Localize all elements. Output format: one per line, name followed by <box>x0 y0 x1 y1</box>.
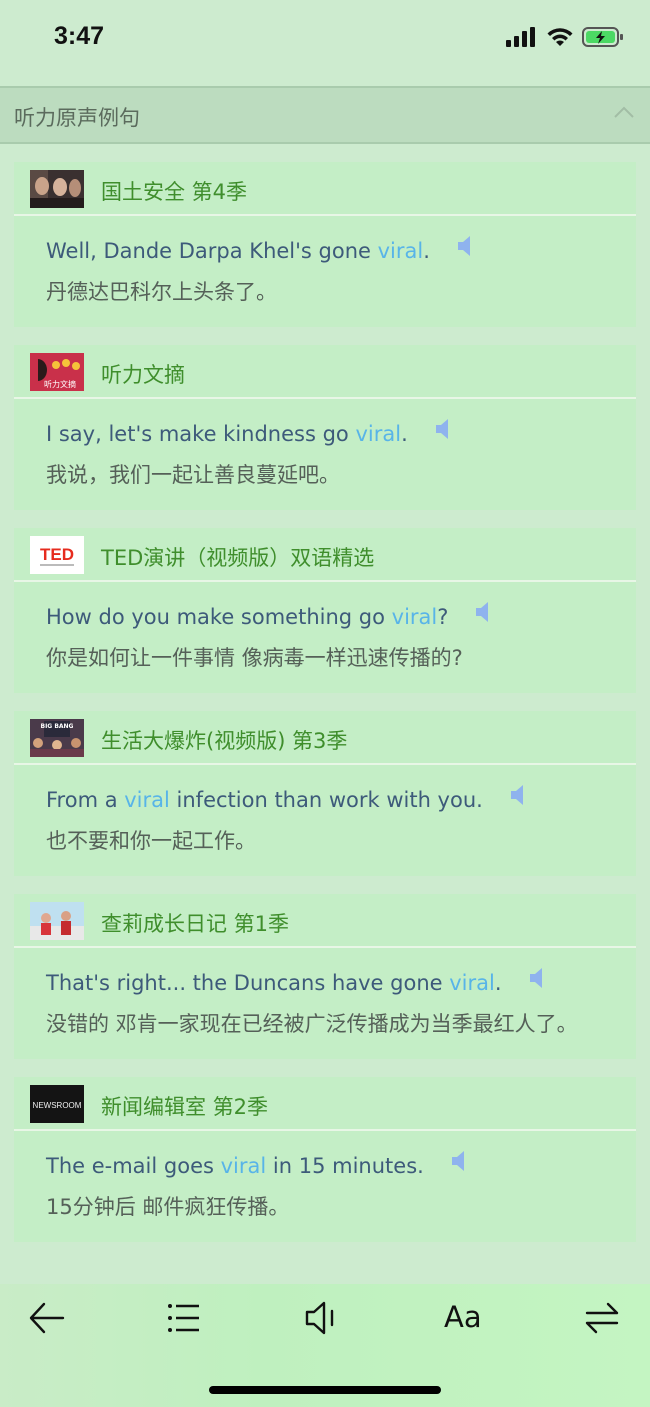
english-sentence: The e-mail goes viral in 15 minutes. <box>46 1149 604 1184</box>
chinese-translation: 丹德达巴科尔上头条了。 <box>46 280 277 304</box>
home-indicator <box>209 1386 441 1394</box>
english-sentence: I say, let's make kindness go viral. <box>46 417 604 452</box>
speaker-icon[interactable] <box>450 1148 470 1182</box>
sentence-text: ? <box>437 605 449 629</box>
source-title: 听力文摘 <box>101 363 185 387</box>
source-title: 新闻编辑室 第2季 <box>101 1095 269 1119</box>
english-sentence: From a viral infection than work with yo… <box>46 783 604 818</box>
card-body: Well, Dande Darpa Khel's gone viral. 丹德达… <box>14 216 636 327</box>
card-header[interactable]: NEWSROOM 新闻编辑室 第2季 <box>14 1077 636 1131</box>
source-title: TED演讲（视频版）双语精选 <box>101 546 375 570</box>
card-body: How do you make something go viral? 你是如何… <box>14 582 636 693</box>
card-header[interactable]: TED TED演讲（视频版）双语精选 <box>14 528 636 582</box>
swap-arrows-icon <box>585 1302 619 1334</box>
svg-text:NEWSROOM: NEWSROOM <box>33 1101 82 1110</box>
speaker-icon[interactable] <box>474 599 494 633</box>
speaker-outline-icon <box>305 1301 334 1335</box>
card-header[interactable]: 国土安全 第4季 <box>14 162 636 216</box>
switch-button[interactable] <box>584 1300 620 1340</box>
cellular-signal-icon <box>506 27 535 47</box>
card-body: The e-mail goes viral in 15 minutes. 15分… <box>14 1131 636 1242</box>
speaker-icon[interactable] <box>434 416 454 450</box>
wifi-icon <box>547 28 573 46</box>
card-header[interactable]: 查莉成长日记 第1季 <box>14 894 636 948</box>
sentence-text: . <box>423 239 430 263</box>
sentence-text: How do you make something go <box>46 605 392 629</box>
card-header[interactable]: BIG BANG 生活大爆炸(视频版) 第3季 <box>14 711 636 765</box>
keyword[interactable]: viral <box>449 971 495 995</box>
sentence-text: . <box>401 422 408 446</box>
card-body: From a viral infection than work with yo… <box>14 765 636 876</box>
show-thumbnail <box>30 902 84 940</box>
svg-text:TED: TED <box>40 545 74 564</box>
card-header[interactable]: 听力文摘 听力文摘 <box>14 345 636 399</box>
example-card: NEWSROOM 新闻编辑室 第2季 The e-mail goes viral… <box>14 1077 636 1242</box>
status-bar: 3:47 <box>0 0 650 70</box>
show-thumbnail: NEWSROOM <box>30 1085 84 1123</box>
source-title: 查莉成长日记 第1季 <box>101 912 290 936</box>
sentence-text: in 15 minutes. <box>266 1154 424 1178</box>
chinese-translation: 我说，我们一起让善良蔓延吧。 <box>46 463 340 487</box>
status-icons <box>506 26 624 48</box>
english-sentence: How do you make something go viral? <box>46 600 604 635</box>
example-card: 国土安全 第4季 Well, Dande Darpa Khel's gone v… <box>14 162 636 327</box>
show-thumbnail <box>30 170 84 208</box>
sentence-text: I say, let's make kindness go <box>46 422 356 446</box>
speaker-icon[interactable] <box>509 782 529 816</box>
chevron-up-icon[interactable] <box>614 106 634 118</box>
english-sentence: Well, Dande Darpa Khel's gone viral. <box>46 234 604 269</box>
status-time: 3:47 <box>54 22 105 50</box>
speaker-icon[interactable] <box>528 965 548 999</box>
source-title: 生活大爆炸(视频版) 第3季 <box>101 729 348 753</box>
keyword[interactable]: viral <box>392 605 438 629</box>
sentence-text: From a <box>46 788 125 812</box>
speaker-icon[interactable] <box>456 233 476 267</box>
back-arrow-icon <box>29 1302 65 1334</box>
audio-button[interactable] <box>304 1300 338 1340</box>
card-body: That's right... the Duncans have gone vi… <box>14 948 636 1059</box>
back-button[interactable] <box>28 1300 66 1340</box>
example-card: TED TED演讲（视频版）双语精选 How do you make somet… <box>14 528 636 693</box>
example-sentence-list: 国土安全 第4季 Well, Dande Darpa Khel's gone v… <box>14 162 636 1260</box>
sentence-text: infection than work with you. <box>169 788 483 812</box>
svg-text:听力文摘: 听力文摘 <box>44 379 76 389</box>
keyword[interactable]: viral <box>355 422 401 446</box>
font-size-button[interactable]: Aa <box>444 1300 482 1334</box>
card-body: I say, let's make kindness go viral. 我说，… <box>14 399 636 510</box>
source-title: 国土安全 第4季 <box>101 180 248 204</box>
battery-icon <box>582 27 623 47</box>
sentence-text: . <box>494 971 502 995</box>
example-card: BIG BANG 生活大爆炸(视频版) 第3季 From a viral inf… <box>14 711 636 876</box>
sentence-text: The e-mail goes <box>46 1154 221 1178</box>
keyword[interactable]: viral <box>124 788 170 812</box>
example-card: 查莉成长日记 第1季 That's right... the Duncans h… <box>14 894 636 1059</box>
chinese-translation: 15分钟后 邮件疯狂传播。 <box>46 1195 290 1219</box>
english-sentence: That's right... the Duncans have gone vi… <box>46 966 604 1001</box>
chinese-translation: 也不要和你一起工作。 <box>46 829 256 853</box>
section-header[interactable]: 听力原声例句 <box>0 86 650 144</box>
keyword[interactable]: viral <box>378 239 424 263</box>
svg-text:BIG BANG: BIG BANG <box>41 723 74 730</box>
show-thumbnail: TED <box>30 536 84 574</box>
contents-button[interactable] <box>166 1300 202 1340</box>
example-card: 听力文摘 听力文摘 I say, let's make kindness go … <box>14 345 636 510</box>
show-thumbnail: BIG BANG <box>30 719 84 757</box>
chinese-translation: 你是如何让一件事情 像病毒一样迅速传播的? <box>46 646 463 670</box>
sentence-text: Well, Dande Darpa Khel's gone <box>46 239 378 263</box>
chinese-translation: 没错的 邓肯一家现在已经被广泛传播成为当季最红人了。 <box>46 1012 578 1036</box>
show-thumbnail: 听力文摘 <box>30 353 84 391</box>
keyword[interactable]: viral <box>221 1154 267 1178</box>
list-icon <box>168 1304 199 1332</box>
sentence-text: That's right... the Duncans have gone <box>46 971 450 995</box>
section-title: 听力原声例句 <box>14 106 140 130</box>
